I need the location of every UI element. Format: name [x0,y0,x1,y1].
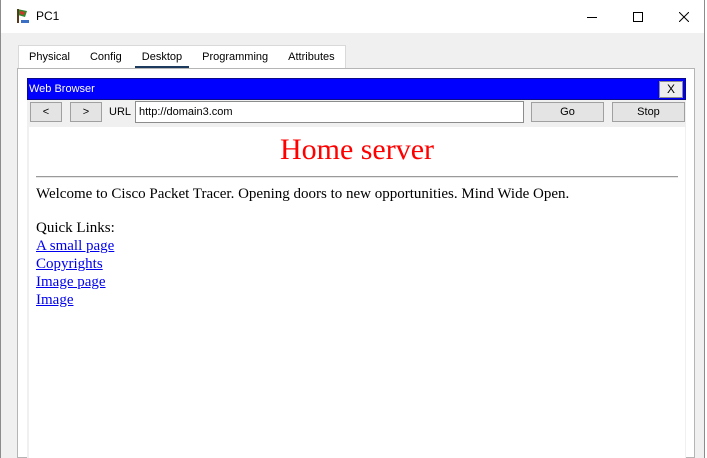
web-browser-close-button[interactable]: X [659,81,683,98]
stop-button[interactable]: Stop [612,102,685,122]
browser-toolbar: < > URL http://domain3.com Go Stop [27,101,686,125]
window-titlebar[interactable]: PC1 [1,0,704,33]
minimize-icon [587,16,597,18]
link-image[interactable]: Image [36,292,73,309]
tab-config[interactable]: Config [80,46,132,68]
web-browser-title: Web Browser [29,83,95,95]
tab-bar: Physical Config Desktop Programming Attr… [18,45,346,69]
url-label: URL [109,106,132,118]
tab-physical[interactable]: Physical [19,46,80,68]
tab-attributes[interactable]: Attributes [278,46,344,68]
tab-desktop[interactable]: Desktop [132,46,192,68]
window-title: PC1 [36,9,60,23]
pc1-window: PC1 Physical Config Desktop Programming … [0,0,705,458]
maximize-icon [633,11,643,22]
page-heading: Home server [279,133,435,166]
web-page-content: Home server Welcome to Cisco Packet Trac… [29,127,685,458]
link-image-page[interactable]: Image page [36,274,106,291]
horizontal-rule [36,176,678,178]
link-a-small-page[interactable]: A small page [36,238,114,255]
maximize-button[interactable] [615,0,661,33]
url-input[interactable]: http://domain3.com [135,101,524,123]
minimize-button[interactable] [569,0,615,33]
web-browser: Web Browser X < > URL http://domain3.com… [27,78,686,458]
quick-links-label: Quick Links: [36,220,115,236]
web-browser-titlebar: Web Browser X [27,78,686,100]
welcome-text: Welcome to Cisco Packet Tracer. Opening … [36,186,570,202]
close-button[interactable] [661,0,707,33]
go-button[interactable]: Go [531,102,604,122]
back-button[interactable]: < [30,102,62,122]
close-icon [679,11,689,22]
tab-programming[interactable]: Programming [192,46,278,68]
link-copyrights[interactable]: Copyrights [36,256,103,273]
pc-app-icon [17,9,29,23]
forward-button[interactable]: > [70,102,102,122]
